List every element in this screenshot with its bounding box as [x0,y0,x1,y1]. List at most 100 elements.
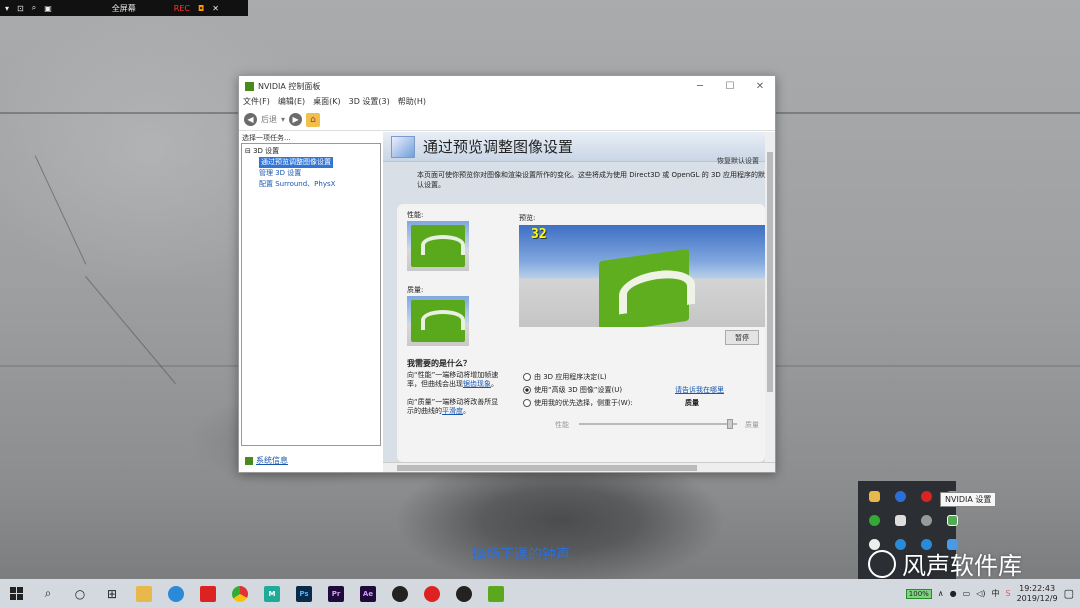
restore-defaults-link[interactable]: 恢复默认设置 [717,156,759,166]
taskbar-file-explorer[interactable] [128,579,160,608]
minimize-button[interactable]: ─ [685,81,715,92]
preview-label: 预览: [519,214,536,222]
back-button[interactable]: 后退 [261,114,277,125]
slider-knob[interactable] [727,419,733,429]
wall-crack [34,155,87,265]
taskbar-recorder[interactable] [416,579,448,608]
system-tray: 100% ∧ ● ▭ ◁) 中 S 19:22:43 2019/12/9 ▢ [905,584,1080,604]
slider-performance-label: 性能 [555,421,569,429]
taskbar-photoshop[interactable]: Ps [288,579,320,608]
tray-folder-icon[interactable] [862,485,886,507]
chevron-up-icon[interactable]: ∧ [938,589,944,598]
menu-file[interactable]: 文件(F) [243,96,270,109]
pause-button[interactable]: 暂停 [725,330,759,345]
title-bar[interactable]: NVIDIA 控制面板 ─ ☐ ✕ [239,76,775,96]
tree-root-3d-settings[interactable]: ⊟ 3D 设置 [245,146,377,157]
menu-3d-settings[interactable]: 3D 设置(3) [349,96,390,109]
page-title: 通过预览调整图像设置 [423,138,574,156]
page-description: 本页面可使你预览你对图像和渲染设置所作的变化。这些将成为使用 Direct3D … [417,171,766,189]
settings-panel: 性能: 质量: 预览: 32 暂停 我需要的是什么？ 向“性能”一端移动将增加帧… [397,204,765,462]
system-info-link[interactable]: 系统信息 [245,455,288,466]
ime-indicator[interactable]: 中 [991,588,999,599]
forward-arrow-icon[interactable]: ▶ [289,113,303,126]
performance-thumbnail [407,221,469,271]
radio-circle[interactable] [523,373,531,381]
menu-icon[interactable]: ▾ [5,4,9,13]
taskbar-after-effects[interactable]: Ae [352,579,384,608]
help-title: 我需要的是什么？ [407,359,471,368]
maximize-button[interactable]: ☐ [715,81,745,92]
watermark: 风声软件库 [868,546,1022,581]
back-arrow-icon[interactable]: ◀ [244,113,257,126]
wall-crack [85,276,176,384]
window-title: NVIDIA 控制面板 [258,81,321,91]
rec-button[interactable]: REC [174,4,190,13]
taskbar-nvidia[interactable] [480,579,512,608]
info-icon [245,456,253,465]
vertical-scrollbar[interactable] [765,132,775,462]
task-pane: 选择一项任务... ⊟ 3D 设置 通过预览调整图像设置 管理 3D 设置 配置… [239,132,383,472]
tray-nvidia-icon[interactable] [940,509,964,531]
collapse-icon[interactable]: ⊟ [245,147,253,155]
tree-item-adjust-image-preview[interactable]: 通过预览调整图像设置 [245,157,377,168]
close-button[interactable]: ✕ [745,81,775,92]
tray-search-icon[interactable] [914,509,938,531]
display-settings-icon [391,135,415,158]
clock[interactable]: 19:22:43 2019/12/9 [1017,584,1058,604]
tree-item-manage-3d[interactable]: 管理 3D 设置 [245,168,377,179]
radio-circle[interactable] [523,399,531,407]
horizontal-scrollbar[interactable] [383,462,775,472]
taskbar-chrome[interactable] [224,579,256,608]
menu-desktop[interactable]: 桌面(K) [313,96,341,109]
task-tree: ⊟ 3D 设置 通过预览调整图像设置 管理 3D 设置 配置 Surround、… [241,143,381,446]
start-button[interactable] [0,579,32,608]
taskbar-netease-music[interactable] [192,579,224,608]
quality-bold-label: 质量 [685,399,699,407]
radio-circle-selected[interactable] [523,386,531,394]
taskbar-app-m[interactable]: M [256,579,288,608]
close-icon[interactable]: ✕ [212,4,219,13]
search-icon[interactable]: ⌕ [32,3,36,13]
radio-my-preference[interactable]: 使用我的优先选择，侧重于(W): [523,398,633,408]
volume-icon[interactable]: ◁) [976,589,985,598]
taskbar: ⌕ ○ ⊞ M Ps Pr Ae 100% ∧ ● ▭ ◁) 中 S 19:22… [0,579,1080,608]
search-icon[interactable]: ⌕ [32,579,64,608]
window-icon[interactable]: ▣ [44,4,52,13]
battery-indicator[interactable]: 100% [905,588,932,599]
content-pane: 通过预览调整图像设置 恢复默认设置 本页面可使你预览你对图像和渲染设置所作的变化… [383,132,775,472]
tray-camera-icon[interactable] [888,509,912,531]
network-icon[interactable]: ▭ [963,589,971,598]
fullscreen-label[interactable]: 全屏幕 [112,3,136,14]
task-view-icon[interactable]: ⊞ [96,579,128,608]
tray-bluetooth-icon[interactable] [888,485,912,507]
taskbar-qq[interactable] [384,579,416,608]
pin-icon[interactable]: ⊡ [17,4,24,13]
tree-item-surround-physx[interactable]: 配置 Surround、PhysX [245,179,377,190]
taskbar-qq-2[interactable] [448,579,480,608]
taskbar-app-blue[interactable] [160,579,192,608]
radio-app-controlled[interactable]: 由 3D 应用程序决定(L) [523,372,607,382]
preview-render: 32 [519,225,765,327]
nvidia-logo-icon [245,81,254,91]
menu-edit[interactable]: 编辑(E) [278,96,305,109]
cortana-icon[interactable]: ○ [64,579,96,608]
aliasing-link[interactable]: 锯齿现象 [463,380,491,388]
home-icon[interactable]: ⌂ [306,112,321,127]
notification-icon[interactable]: ▢ [1064,587,1074,600]
tray-360-icon[interactable] [862,509,886,531]
menu-help[interactable]: 帮助(H) [398,96,426,109]
radio-advanced-settings[interactable]: 使用“高级 3D 图像”设置(U) [523,385,622,395]
dropdown-icon[interactable]: ▾ [281,115,285,124]
nvidia-3d-logo [599,248,689,327]
tell-me-where-link[interactable]: 请告诉我在哪里 [675,385,724,395]
tray-netease-icon[interactable] [914,485,938,507]
user-icon[interactable]: ● [950,589,957,598]
quality-thumbnail [407,296,469,346]
taskbar-premiere[interactable]: Pr [320,579,352,608]
clock-time: 19:22:43 [1019,583,1056,593]
clock-date: 2019/12/9 [1016,593,1058,603]
quality-slider[interactable] [579,419,737,429]
sougou-icon[interactable]: S [1005,589,1010,598]
smoothness-link[interactable]: 平滑度 [442,407,463,415]
camera-icon[interactable]: ◘ [198,4,204,13]
